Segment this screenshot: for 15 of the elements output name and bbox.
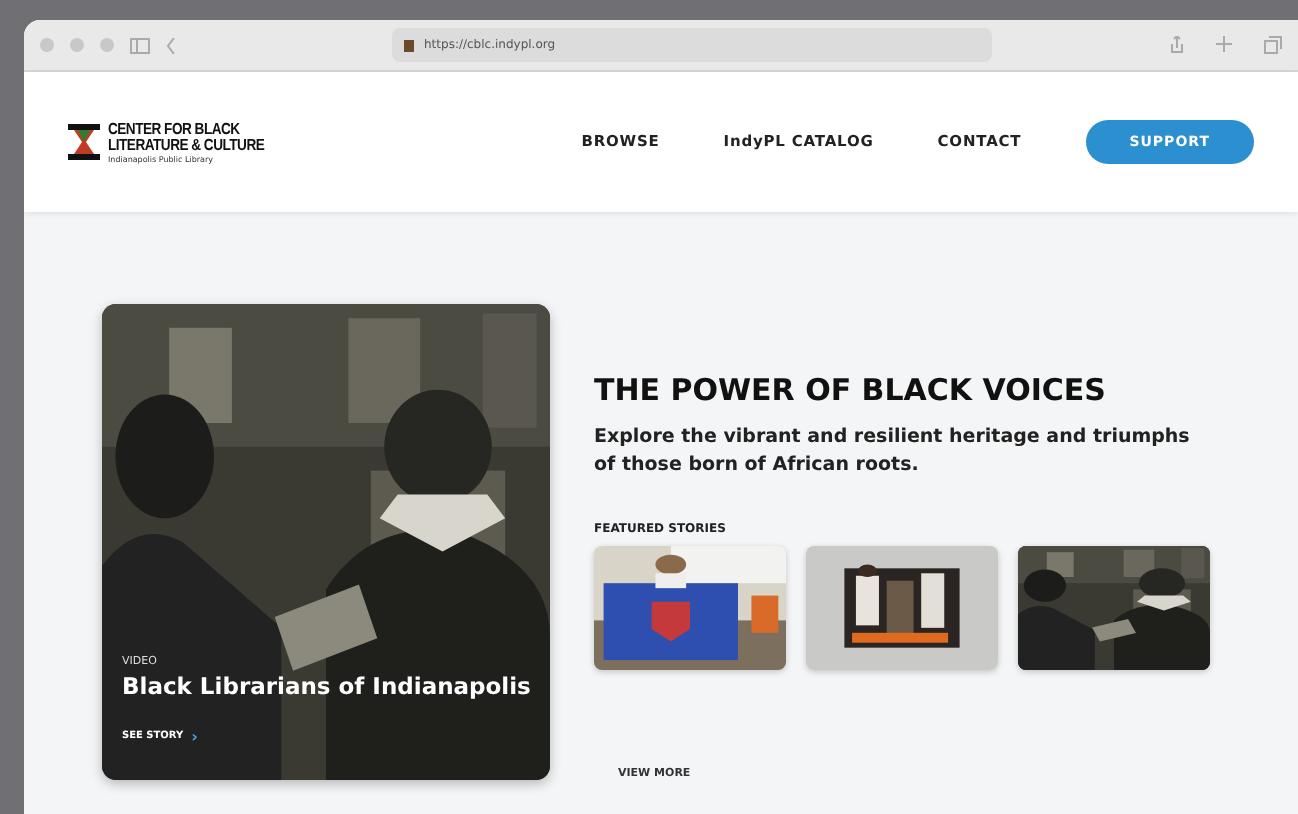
- headline: THE POWER OF BLACK VOICES: [594, 372, 1108, 408]
- site-icon: [404, 39, 414, 51]
- tabs-icon[interactable]: [1264, 36, 1282, 54]
- window-control-icon[interactable]: [70, 38, 84, 52]
- story-title: Black Librarians of Indianapolis: [122, 669, 533, 704]
- sidebar-icon[interactable]: [130, 37, 150, 53]
- share-icon[interactable]: [1170, 36, 1184, 54]
- logo-icon[interactable]: [68, 124, 100, 160]
- logo-text: CENTER FOR BLACK: [108, 121, 242, 137]
- window-control-icon[interactable]: [40, 38, 54, 52]
- window-control-icon[interactable]: [100, 38, 114, 52]
- logo-text: LITERATURE & CULTURE: [108, 137, 265, 153]
- intro-text: Explore the vibrant and resilient heritage and triumphs of those born of African roots.: [594, 424, 1192, 480]
- plus-icon[interactable]: [1216, 36, 1232, 52]
- back-icon[interactable]: [166, 37, 176, 53]
